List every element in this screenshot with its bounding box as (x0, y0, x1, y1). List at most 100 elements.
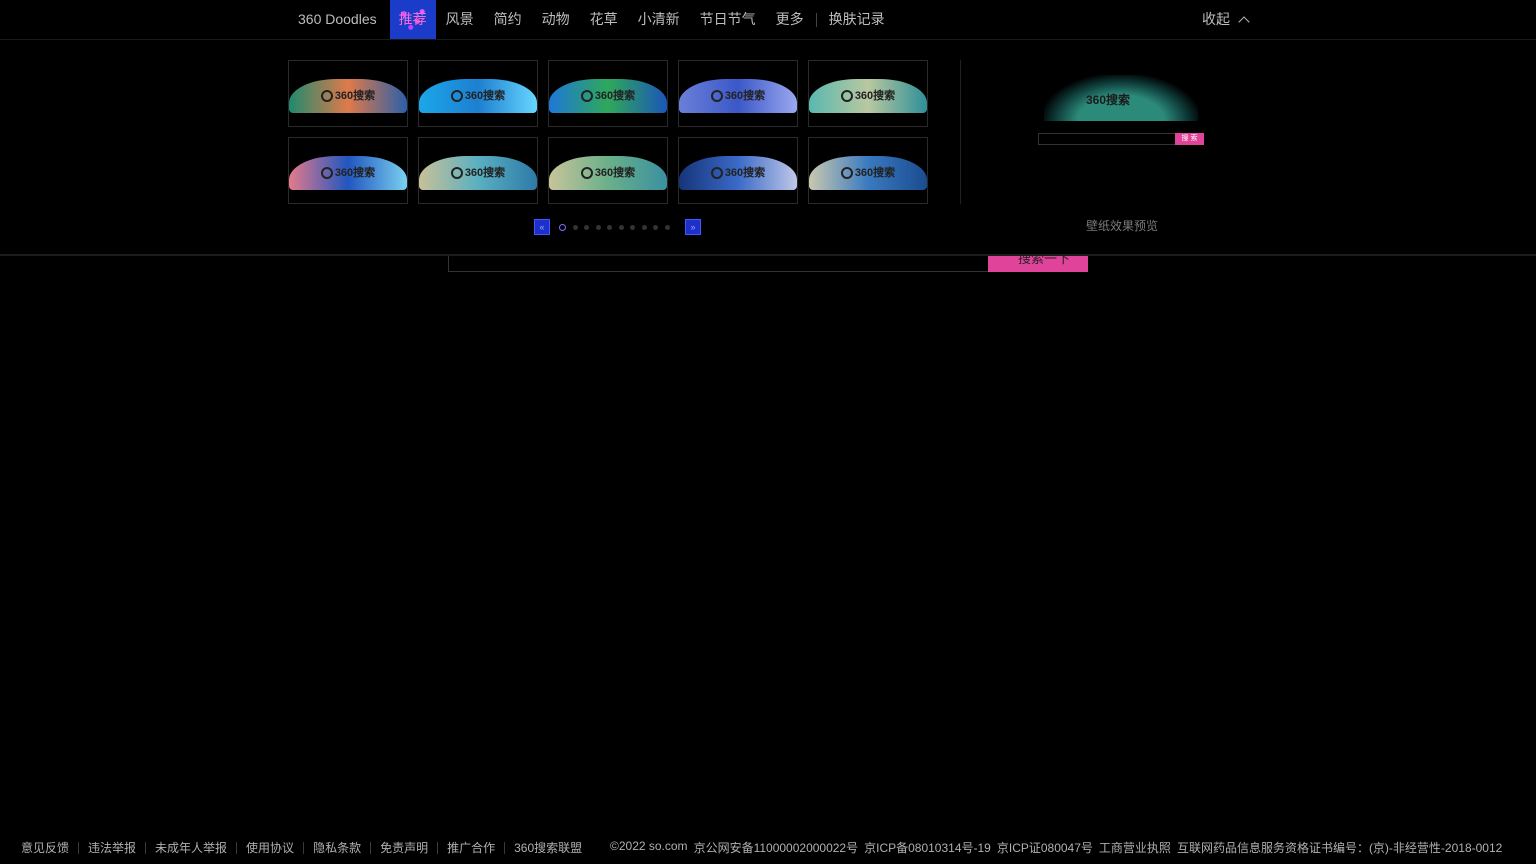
pager-dot[interactable] (630, 224, 635, 230)
skin-logo: 360搜索 (549, 87, 667, 103)
search-logo-icon (840, 167, 853, 180)
collapse-button[interactable]: 收起 (1202, 0, 1250, 39)
skin-logo: 360搜索 (289, 87, 407, 103)
footer-link[interactable]: 未成年人举报 (155, 839, 227, 856)
skin-thumbnail[interactable]: 360搜索 (548, 60, 668, 127)
tab-scenery[interactable]: 风景 (436, 0, 484, 39)
skin-logo-text: 360搜索 (334, 90, 376, 102)
footer-link[interactable]: 360搜索联盟 (514, 839, 582, 856)
tab-recommended[interactable]: 推荐 (389, 0, 436, 39)
skin-logo-text: 360搜索 (724, 167, 766, 179)
chevron-up-icon (1238, 16, 1250, 28)
skin-history-link[interactable]: 换肤记录 (819, 0, 895, 39)
footer-divider (303, 841, 305, 854)
search-logo-icon (840, 90, 853, 103)
footer-link[interactable]: 推广合作 (447, 839, 495, 856)
footer-legal: ©2022 so.com 京公网安备11000002000022号 京ICP备080… (610, 839, 1508, 856)
search-logo-icon (710, 90, 723, 103)
pager-next-button[interactable]: » (685, 219, 701, 235)
footer-link[interactable]: 意见反馈 (21, 839, 69, 856)
nav-divider (815, 12, 817, 27)
skin-panel: 360搜索 360搜索 360搜索 360搜索 360搜索 360搜索 360搜索 360搜索… (0, 40, 1536, 256)
footer-link[interactable]: 免责声明 (380, 839, 428, 856)
skin-thumbnail[interactable]: 360搜索 (808, 137, 928, 204)
tab-fresh[interactable]: 小清新 (628, 0, 690, 39)
skin-thumbnail[interactable]: 360搜索 (418, 137, 538, 204)
preview-search-input (1038, 133, 1176, 145)
skin-logo-text: 360搜索 (594, 90, 636, 102)
footer-legal-item: 京公网安备11000002000022号 (693, 841, 859, 855)
skin-logo-text: 360搜索 (464, 90, 506, 102)
pager-dot[interactable] (641, 224, 647, 230)
footer-divider (437, 841, 439, 854)
skin-logo: 360搜索 (289, 164, 407, 180)
footer-divider (78, 841, 80, 854)
tab-animals[interactable]: 动物 (532, 0, 580, 39)
tab-festivals[interactable]: 节日节气 (690, 0, 766, 39)
footer-legal-item: 京ICP备08010314号-19 (864, 841, 991, 855)
collapse-label: 收起 (1202, 11, 1230, 27)
footer-legal-item[interactable]: 互联网药品信息服务资格证书编号：(京)-非经营性-2018-0012 (1177, 839, 1502, 856)
skin-logo-text: 360搜索 (594, 167, 636, 179)
tab-recommended-label: 推荐 (398, 11, 427, 27)
search-logo-icon (320, 90, 333, 103)
skin-logo-text: 360搜索 (464, 167, 506, 179)
tab-flowers[interactable]: 花草 (580, 0, 628, 39)
pager-dot[interactable] (664, 224, 670, 230)
search-logo-icon (580, 167, 593, 180)
footer-divider (145, 841, 147, 854)
pager-dot[interactable] (618, 224, 624, 230)
skin-logo: 360搜索 (679, 164, 797, 180)
footer: 意见反馈 违法举报 未成年人举报 使用协议 隐私条款 免责声明 推广合作 360搜索联盟 ©2… (0, 836, 1536, 856)
skin-logo-text: 360搜索 (854, 167, 896, 179)
skin-thumbnail[interactable]: 360搜索 (288, 137, 408, 204)
skin-logo: 360搜索 (679, 87, 797, 103)
skin-thumbnail[interactable]: 360搜索 (678, 60, 798, 127)
pager-dot[interactable] (584, 224, 589, 230)
footer-divider (370, 841, 372, 854)
tab-more[interactable]: 更多 (766, 0, 814, 39)
footer-link[interactable]: 违法举报 (88, 839, 136, 856)
pager-dot[interactable] (559, 223, 566, 231)
preview-search-button: 搜 索 (1175, 133, 1204, 145)
pager-dot[interactable] (607, 224, 612, 230)
footer-legal-item: 京ICP证080047号 (996, 841, 1093, 855)
search-logo-icon (450, 167, 463, 180)
skin-thumbnail[interactable]: 360搜索 (678, 137, 798, 204)
search-button-label: 搜索一下 (1018, 256, 1071, 266)
skin-logo-text: 360搜索 (854, 90, 896, 102)
footer-divider (504, 841, 506, 854)
search-logo-icon (710, 167, 723, 180)
pager-dots (559, 223, 676, 231)
skin-logo: 360搜索 (549, 164, 667, 180)
tab-360-doodles[interactable]: 360 Doodles (288, 0, 390, 39)
skin-logo: 360搜索 (419, 164, 537, 180)
pager-dot[interactable] (653, 224, 658, 230)
skin-logo: 360搜索 (419, 87, 537, 103)
skin-logo-text: 360搜索 (724, 90, 766, 102)
search-logo-icon (580, 90, 593, 103)
search-input[interactable] (448, 256, 989, 272)
pager-prev-button[interactable]: « (534, 219, 550, 235)
skin-thumbnail[interactable]: 360搜索 (418, 60, 538, 127)
pager-dot[interactable] (572, 224, 578, 230)
skin-thumbnail[interactable]: 360搜索 (288, 60, 408, 127)
footer-legal-item: ©2022 so.com (610, 839, 688, 853)
skin-logo: 360搜索 (809, 164, 927, 180)
search-button[interactable]: 搜索一下 (988, 256, 1088, 272)
skin-thumbnail[interactable]: 360搜索 (808, 60, 928, 127)
panel-divider (960, 60, 961, 204)
skin-thumbnail[interactable]: 360搜索 (548, 137, 668, 204)
pager-dot[interactable] (595, 224, 601, 230)
skin-logo-text: 360搜索 (334, 167, 376, 179)
footer-link[interactable]: 使用协议 (246, 839, 294, 856)
category-nav: 360 Doodles 推荐 风景 简约 动物 花草 小清新 节日节气 更多 换… (288, 0, 895, 39)
footer-legal-item[interactable]: 工商营业执照 (1099, 839, 1171, 856)
footer-divider (236, 841, 238, 854)
preview-logo: 360搜索 (1086, 93, 1131, 107)
preview-caption: 壁纸效果预览 (1086, 219, 1159, 233)
footer-link[interactable]: 隐私条款 (313, 839, 361, 856)
skin-logo: 360搜索 (809, 87, 927, 103)
tab-minimal[interactable]: 简约 (484, 0, 532, 39)
search-logo-icon (320, 167, 333, 180)
